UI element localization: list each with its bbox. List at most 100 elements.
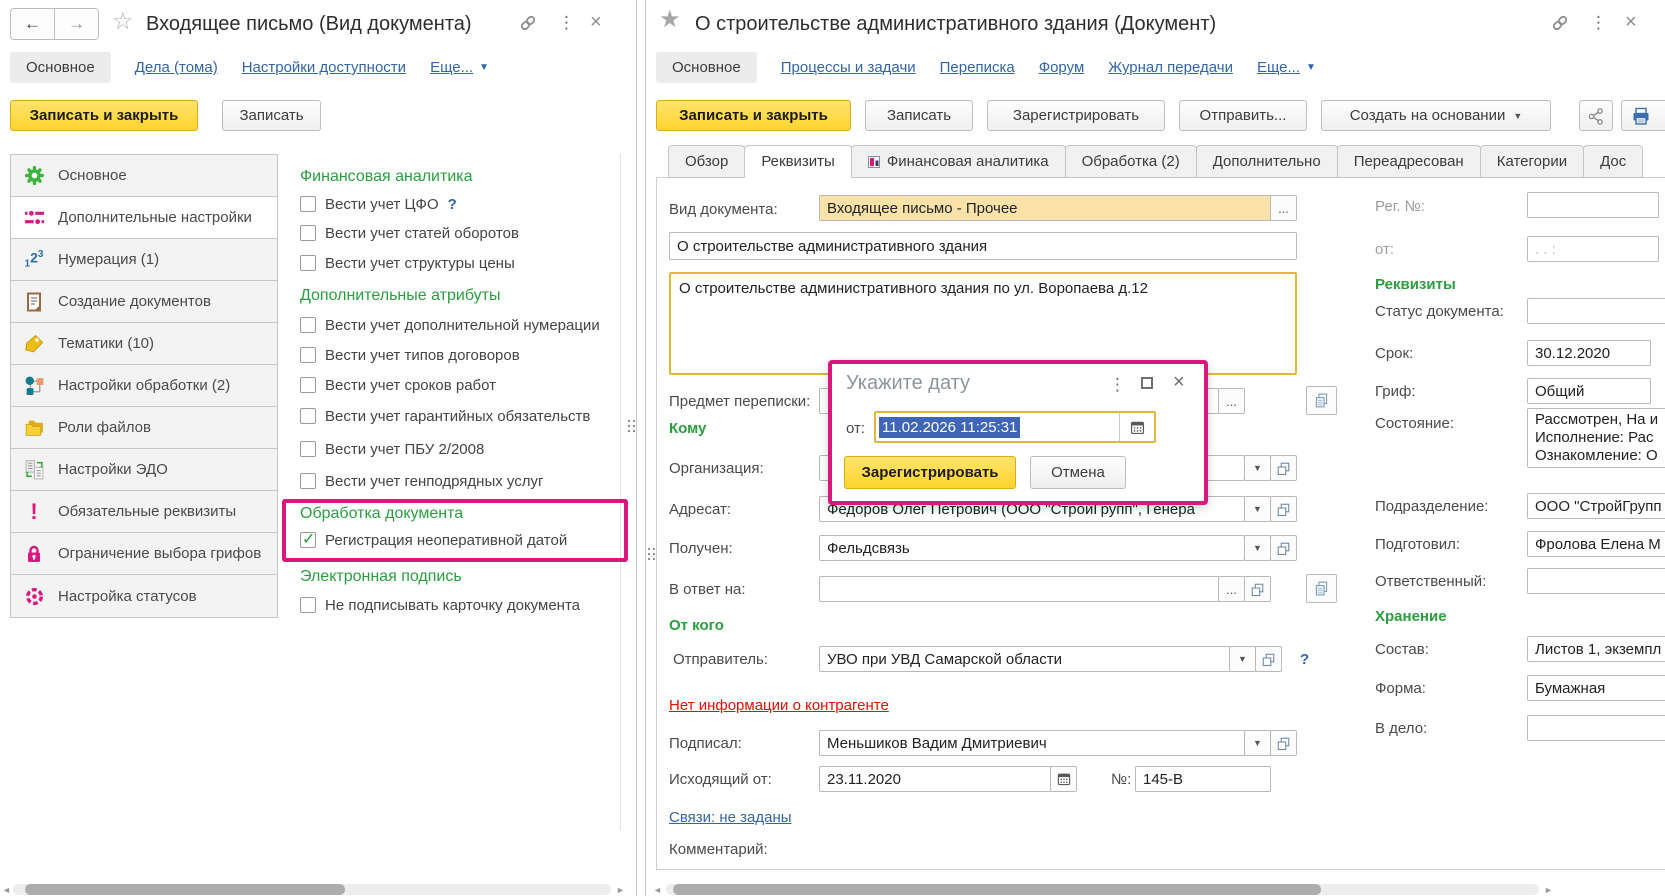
doc-type-select-button[interactable]: ... — [1270, 195, 1297, 221]
sidebar-item-status-settings[interactable]: Настройка статусов — [11, 575, 277, 617]
print-button[interactable] — [1621, 100, 1665, 131]
checkbox-row[interactable]: Вести учет типов договоров — [300, 342, 520, 368]
forward-button[interactable]: → — [55, 9, 98, 39]
sidebar-item-file-roles[interactable]: Роли файлов — [11, 407, 277, 449]
get-link-icon[interactable] — [518, 13, 538, 38]
share-button[interactable] — [1579, 100, 1613, 131]
organization-open-button[interactable] — [1270, 455, 1297, 481]
scroll-left-icon[interactable]: ◄ — [653, 885, 662, 895]
sidebar-item-numbering[interactable]: 123 Нумерация (1) — [11, 239, 277, 281]
create-from-button[interactable]: Создать на основании ▼ — [1321, 100, 1551, 131]
checkbox-unchecked-icon[interactable] — [300, 377, 316, 393]
received-open-button[interactable] — [1270, 535, 1297, 561]
splitter-handle[interactable] — [628, 420, 635, 432]
checkbox-row[interactable]: Вести учет дополнительной нумерации — [300, 312, 600, 338]
checkbox-unchecked-icon[interactable] — [300, 597, 316, 613]
subject-select-button[interactable]: ... — [1218, 388, 1245, 414]
outgoing-date-field[interactable]: 23.11.2020 — [819, 766, 1051, 792]
sidebar-item-edo-settings[interactable]: Настройки ЭДО — [11, 449, 277, 491]
tab-finance[interactable]: Финансовая аналитика — [851, 145, 1066, 178]
doc-title-field[interactable]: О строительстве административного здания — [669, 232, 1297, 260]
scroll-right-icon[interactable]: ► — [1544, 885, 1553, 895]
relations-link[interactable]: Связи: не заданы — [669, 809, 792, 826]
checkbox-unchecked-icon[interactable] — [300, 408, 316, 424]
addressee-open-button[interactable] — [1270, 496, 1297, 522]
checkbox-unchecked-icon[interactable] — [300, 225, 316, 241]
more-menu-icon[interactable]: ⋮ — [558, 14, 575, 31]
get-link-icon[interactable] — [1550, 13, 1570, 38]
prepared-field[interactable]: Фролова Елена М — [1527, 531, 1665, 557]
in-reply-open-button[interactable] — [1244, 576, 1271, 602]
reg-date-field[interactable]: . . : — [1527, 236, 1659, 262]
h-scrollbar-thumb[interactable] — [25, 884, 345, 895]
help-question-link[interactable]: ? — [448, 196, 457, 213]
received-field[interactable]: Фельдсвязь — [819, 535, 1245, 561]
checkbox-unchecked-icon[interactable] — [300, 317, 316, 333]
close-window-icon[interactable]: × — [590, 12, 602, 32]
form-kind-field[interactable]: Бумажная — [1527, 675, 1665, 701]
organization-dropdown-button[interactable]: ▼ — [1244, 455, 1271, 481]
signed-dropdown-button[interactable]: ▼ — [1244, 730, 1271, 756]
close-window-icon[interactable]: × — [1625, 12, 1637, 32]
scroll-left-icon[interactable]: ◄ — [2, 885, 11, 895]
tab-categories[interactable]: Категории — [1480, 145, 1584, 178]
checkbox-row[interactable]: Вести учет сроков работ — [300, 372, 496, 398]
dialog-register-button[interactable]: Зарегистрировать — [844, 456, 1016, 489]
no-contractor-link[interactable]: Нет информации о контрагенте — [669, 697, 889, 714]
save-button[interactable]: Записать — [222, 100, 321, 131]
sender-dropdown-button[interactable]: ▼ — [1229, 646, 1256, 672]
checkbox-row[interactable]: Не подписывать карточку документа — [300, 592, 580, 618]
nav-more[interactable]: Еще... ▼ — [1257, 59, 1316, 76]
case-field[interactable] — [1527, 715, 1665, 741]
nav-link-transfer-log[interactable]: Журнал передачи — [1108, 59, 1233, 76]
checkbox-unchecked-icon[interactable] — [300, 255, 316, 271]
dialog-close-icon[interactable]: × — [1173, 372, 1185, 392]
signed-open-button[interactable] — [1270, 730, 1297, 756]
in-reply-field[interactable] — [819, 576, 1219, 602]
addressee-dropdown-button[interactable]: ▼ — [1244, 496, 1271, 522]
sidebar-item-doc-creation[interactable]: Создание документов — [11, 281, 277, 323]
favorite-star-filled-icon[interactable]: ★ — [659, 8, 681, 32]
checkbox-unchecked-icon[interactable] — [300, 473, 316, 489]
checkbox-row[interactable]: Вести учет гарантийных обязательств — [300, 403, 590, 429]
back-button[interactable]: ← — [11, 9, 55, 39]
reg-number-field[interactable] — [1527, 192, 1659, 218]
sidebar-item-additional-settings[interactable]: Дополнительные настройки — [11, 197, 277, 239]
nav-link-forum[interactable]: Форум — [1039, 59, 1085, 76]
outgoing-number-field[interactable]: 145-В — [1135, 766, 1271, 792]
department-field[interactable]: ООО "СтройГрупп — [1527, 493, 1665, 519]
contents-field[interactable]: Листов 1, экземпл — [1527, 636, 1665, 662]
save-button[interactable]: Записать — [865, 100, 973, 131]
checkbox-row[interactable]: Вести учет ЦФО ? — [300, 191, 457, 217]
tab-overview[interactable]: Обзор — [668, 145, 745, 178]
favorite-star-icon[interactable]: ☆ — [112, 10, 134, 34]
doc-status-field[interactable] — [1527, 298, 1665, 324]
sender-field[interactable]: УВО при УВД Самарской области — [819, 646, 1230, 672]
checkbox-unchecked-icon[interactable] — [300, 441, 316, 457]
tab-access[interactable]: Дос — [1583, 145, 1643, 178]
checkbox-checked-icon[interactable] — [300, 532, 316, 548]
checkbox-row[interactable]: Вести учет ПБУ 2/2008 — [300, 436, 484, 462]
doc-type-field[interactable]: Входящее письмо - Прочее — [819, 195, 1271, 221]
state-field[interactable]: Рассмотрен, На и Исполнение: Рас Ознаком… — [1527, 408, 1665, 468]
dialog-maximize-icon[interactable] — [1141, 377, 1153, 389]
tab-additional[interactable]: Дополнительно — [1196, 145, 1338, 178]
tab-forwarded[interactable]: Переадресован — [1337, 145, 1481, 178]
nav-main-chip[interactable]: Основное — [656, 52, 757, 83]
checkbox-row[interactable]: Регистрация неоперативной датой — [300, 527, 567, 553]
checkbox-row[interactable]: Вести учет статей оборотов — [300, 220, 519, 246]
h-scrollbar-thumb[interactable] — [673, 884, 1321, 895]
in-reply-copy-button[interactable] — [1306, 574, 1337, 603]
tab-requisites[interactable]: Реквизиты — [744, 145, 852, 178]
checkbox-row[interactable]: Вести учет генподрядных услуг — [300, 468, 543, 494]
sidebar-item-processing-settings[interactable]: Настройки обработки (2) — [11, 365, 277, 407]
dialog-cancel-button[interactable]: Отмена — [1030, 456, 1126, 489]
responsible-field[interactable] — [1527, 568, 1665, 594]
sidebar-item-main[interactable]: Основное — [11, 155, 277, 197]
splitter-handle[interactable] — [648, 548, 655, 560]
checkbox-unchecked-icon[interactable] — [300, 347, 316, 363]
sender-open-button[interactable] — [1255, 646, 1282, 672]
nav-link-processes[interactable]: Процессы и задачи — [781, 59, 916, 76]
dialog-more-icon[interactable]: ⋮ — [1109, 376, 1126, 393]
checkbox-unchecked-icon[interactable] — [300, 196, 316, 212]
